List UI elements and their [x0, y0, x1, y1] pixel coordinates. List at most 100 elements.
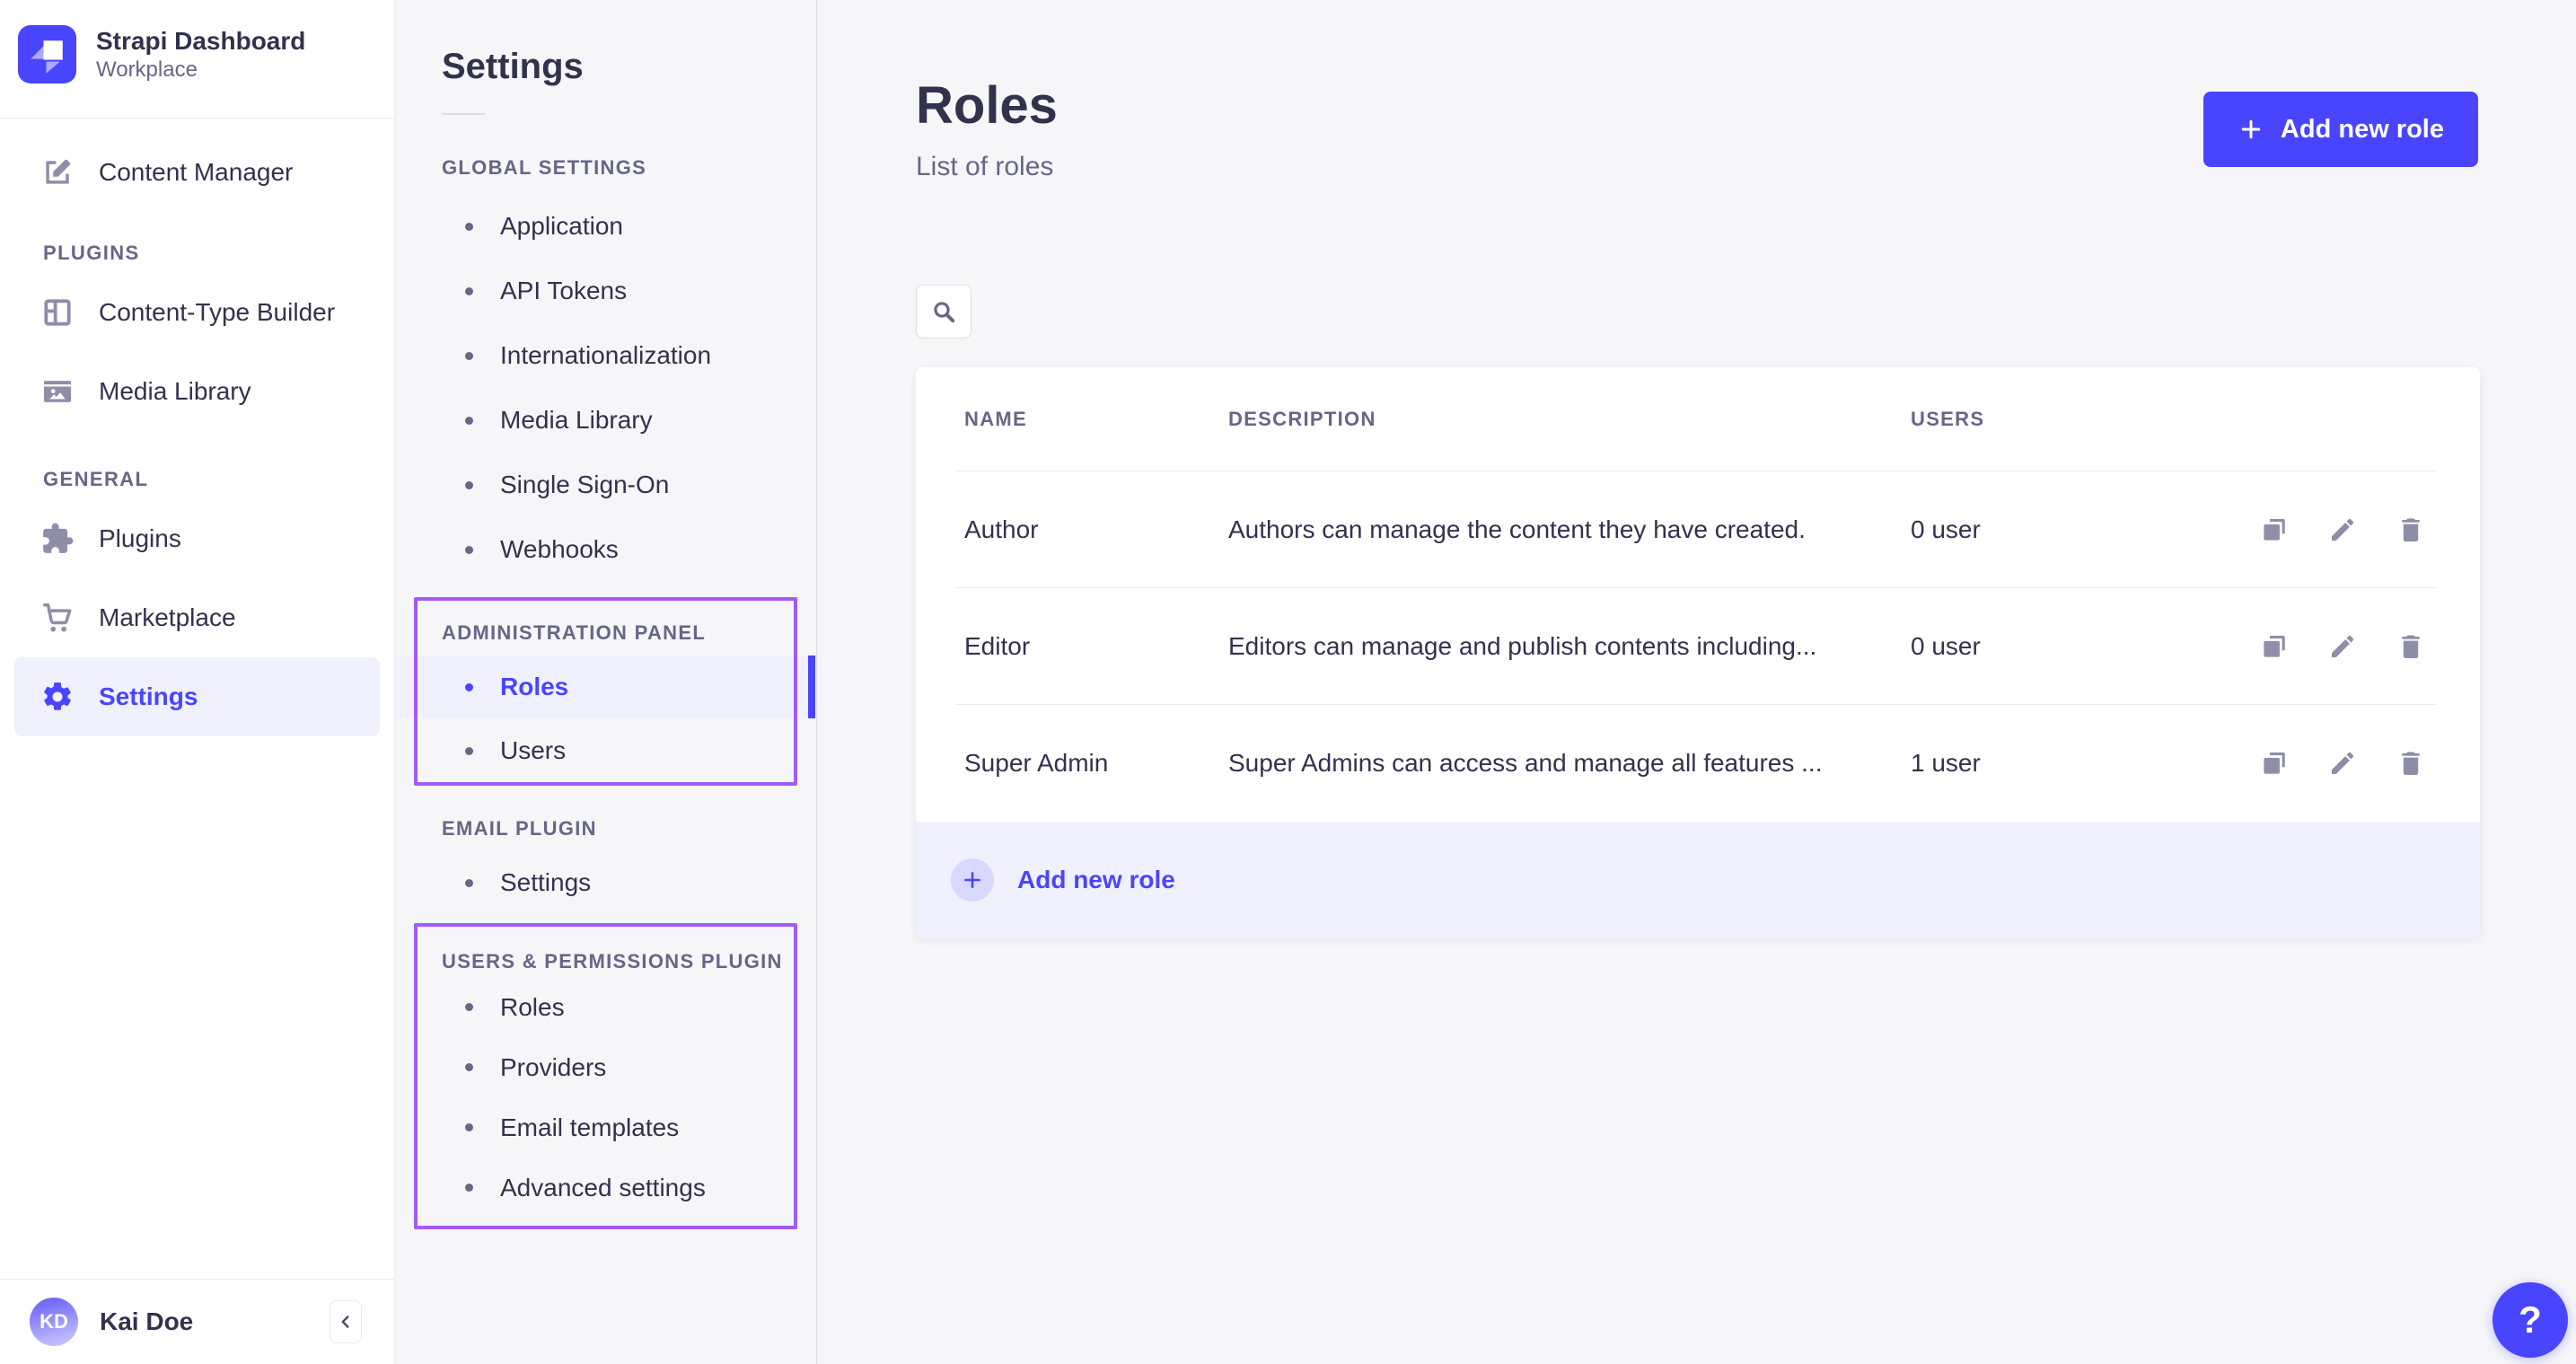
subnav-item-label: Advanced settings — [500, 1174, 706, 1202]
subnav-item-email-settings[interactable]: Settings — [395, 851, 816, 914]
subnav-item-label: Webhooks — [500, 535, 619, 564]
app-title: Strapi Dashboard — [96, 26, 305, 57]
subnav-item-label: Email templates — [500, 1113, 679, 1142]
role-description: Super Admins can access and manage all f… — [1228, 749, 1911, 778]
bullet-dot — [465, 1003, 473, 1011]
duplicate-role-button[interactable] — [2259, 515, 2290, 545]
media-library-icon — [40, 374, 75, 409]
content-type-builder-icon — [40, 295, 75, 330]
row-actions — [2246, 631, 2426, 662]
page-header-text: Roles List of roles — [916, 77, 1058, 183]
sidebar-item-label: Content Manager — [99, 158, 293, 187]
content-manager-icon — [40, 154, 75, 190]
trash-icon — [2396, 515, 2426, 545]
row-actions — [2246, 515, 2426, 545]
workspace-info: Strapi Dashboard Workplace — [96, 26, 305, 84]
table-row-super-admin[interactable]: Super Admin Super Admins can access and … — [916, 705, 2480, 822]
sidebar-item-media-library[interactable]: Media Library — [14, 352, 380, 431]
page-header: Roles List of roles Add new role — [818, 0, 2576, 183]
sidebar-section-plugins: PLUGINS — [43, 241, 394, 266]
subnav-item-media-library[interactable]: Media Library — [395, 388, 816, 453]
subnav-item-api-tokens[interactable]: API Tokens — [395, 259, 816, 323]
bullet-dot — [465, 546, 473, 554]
column-header-name: NAME — [964, 408, 1228, 431]
edit-role-button[interactable] — [2327, 748, 2358, 779]
role-users-count: 0 user — [1911, 632, 2246, 661]
duplicate-icon — [2259, 631, 2290, 662]
edit-role-button[interactable] — [2327, 515, 2358, 545]
administration-panel-list: Roles Users — [395, 656, 816, 783]
pencil-icon — [2327, 748, 2358, 779]
chevron-left-icon — [336, 1312, 356, 1332]
add-new-role-button[interactable]: Add new role — [2203, 92, 2478, 167]
subnav-item-label: Internationalization — [500, 341, 711, 370]
global-settings-list: Application API Tokens Internationalizat… — [395, 194, 816, 582]
subnav-item-label: Roles — [500, 993, 565, 1022]
footer-add-role-label: Add new role — [1017, 866, 1175, 894]
table-row-editor[interactable]: Editor Editors can manage and publish co… — [916, 588, 2480, 704]
bullet-dot — [465, 287, 473, 295]
sidebar-item-label: Media Library — [99, 377, 251, 406]
sidebar-item-marketplace[interactable]: Marketplace — [14, 578, 380, 657]
subnav-item-label: Media Library — [500, 406, 653, 435]
bullet-dot — [465, 1184, 473, 1192]
subnav-item-providers[interactable]: Providers — [395, 1037, 816, 1097]
delete-role-button[interactable] — [2396, 631, 2426, 662]
table-row-author[interactable]: Author Authors can manage the content th… — [916, 471, 2480, 587]
edit-role-button[interactable] — [2327, 631, 2358, 662]
subnav-item-label: API Tokens — [500, 277, 627, 305]
sidebar-item-content-type-builder[interactable]: Content-Type Builder — [14, 273, 380, 352]
subnav-item-single-sign-on[interactable]: Single Sign-On — [395, 453, 816, 517]
role-name: Author — [964, 515, 1228, 544]
search-icon — [929, 297, 958, 326]
sidebar-item-label: Plugins — [99, 524, 181, 553]
subnav-section-global-settings: GLOBAL SETTINGS — [442, 156, 816, 180]
role-users-count: 0 user — [1911, 515, 2246, 544]
duplicate-role-button[interactable] — [2259, 631, 2290, 662]
main-sidebar: Strapi Dashboard Workplace Content Manag… — [0, 0, 395, 1364]
subnav-item-users[interactable]: Users — [395, 718, 816, 783]
roles-table-card: NAME DESCRIPTION USERS Author Authors ca… — [916, 367, 2480, 938]
plus-icon — [2238, 116, 2264, 143]
sidebar-item-settings[interactable]: Settings — [14, 657, 380, 736]
workspace-switcher[interactable]: Strapi Dashboard Workplace — [0, 0, 394, 118]
trash-icon — [2396, 748, 2426, 779]
subnav-item-internationalization[interactable]: Internationalization — [395, 323, 816, 388]
subnav-item-application[interactable]: Application — [395, 194, 816, 259]
subnav-item-roles-active[interactable]: Roles — [395, 656, 815, 718]
user-name: Kai Doe — [100, 1307, 193, 1336]
sidebar-item-label: Settings — [99, 682, 198, 711]
subnav-section-administration-panel: ADMINISTRATION PANEL — [442, 621, 816, 645]
plus-circle-icon — [951, 858, 994, 902]
sidebar-item-content-manager[interactable]: Content Manager — [14, 140, 380, 205]
sidebar-item-plugins[interactable]: Plugins — [14, 499, 380, 578]
bullet-dot — [465, 1123, 473, 1131]
subnav-item-label: Providers — [500, 1053, 606, 1082]
sidebar-footer: KD Kai Doe — [0, 1279, 394, 1364]
collapse-sidebar-button[interactable] — [330, 1300, 362, 1343]
bullet-dot — [465, 879, 473, 887]
subnav-section-users-permissions-plugin: USERS & PERMISSIONS PLUGIN — [442, 950, 816, 973]
add-new-role-label: Add new role — [2281, 115, 2444, 145]
delete-role-button[interactable] — [2396, 748, 2426, 779]
subnav-item-label: Users — [500, 736, 566, 765]
pencil-icon — [2327, 515, 2358, 545]
page-title: Roles — [916, 77, 1058, 135]
bullet-dot — [465, 747, 473, 755]
role-name: Super Admin — [964, 749, 1228, 778]
help-button[interactable]: ? — [2492, 1282, 2568, 1358]
settings-subnav: Settings GLOBAL SETTINGS Application API… — [395, 0, 817, 1364]
duplicate-role-button[interactable] — [2259, 748, 2290, 779]
subnav-item-advanced-settings[interactable]: Advanced settings — [395, 1157, 816, 1218]
users-permissions-list: Roles Providers Email templates Advanced… — [395, 977, 816, 1218]
duplicate-icon — [2259, 748, 2290, 779]
search-button[interactable] — [916, 285, 971, 339]
subnav-item-email-templates[interactable]: Email templates — [395, 1097, 816, 1157]
table-footer-add-role[interactable]: Add new role — [916, 822, 2480, 938]
delete-role-button[interactable] — [2396, 515, 2426, 545]
subnav-item-up-roles[interactable]: Roles — [395, 977, 816, 1037]
duplicate-icon — [2259, 515, 2290, 545]
user-profile[interactable]: KD Kai Doe — [0, 1280, 394, 1364]
subnav-section-email-plugin: EMAIL PLUGIN — [442, 817, 816, 840]
subnav-item-webhooks[interactable]: Webhooks — [395, 517, 816, 582]
